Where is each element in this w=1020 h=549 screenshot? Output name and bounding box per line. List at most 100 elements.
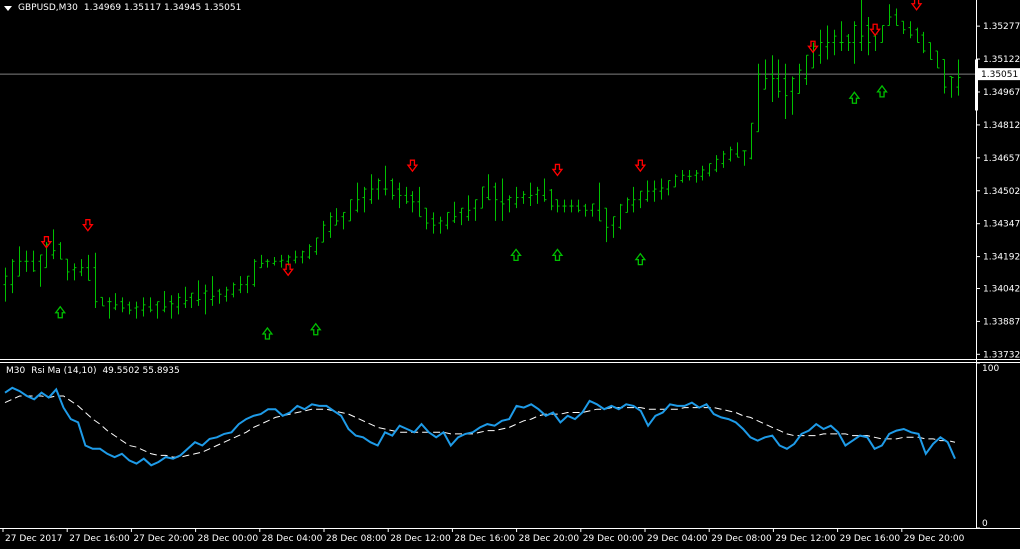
price-bar [908, 21, 913, 39]
price-bar [155, 301, 160, 319]
chart-canvas[interactable]: 1.35277 1.35122 1.35051 1.34967 1.34812 1.346… [0, 0, 1020, 549]
rsi-tick-label: 100 [982, 364, 999, 374]
price-bar [17, 246, 22, 277]
price-bar [590, 203, 595, 217]
time-axis: 27 Dec 2017 27 Dec 16:00 27 Dec 20:00 28 De… [2, 528, 965, 544]
hollow-up-arrow-icon [876, 84, 888, 98]
price-bar [535, 186, 540, 204]
price-bar [473, 199, 478, 221]
price-bar [480, 186, 485, 209]
price-tick-label: 1.33887 [983, 317, 1020, 327]
price-bar [210, 276, 215, 306]
price-bar [597, 182, 602, 222]
price-bar [424, 207, 429, 230]
time-tick-label: 28 Dec 12:00 [390, 534, 451, 544]
price-bar [625, 197, 630, 213]
time-tick-label: 28 Dec 20:00 [519, 534, 580, 544]
price-bar [307, 244, 312, 260]
price-bar [604, 207, 609, 243]
price-bar [196, 280, 201, 306]
price-bar [507, 195, 512, 213]
price-bar [942, 58, 947, 94]
hollow-down-arrow-icon [406, 159, 419, 173]
hollow-down-arrow-icon [282, 263, 294, 277]
price-bar [224, 286, 229, 302]
price-bar [915, 27, 920, 43]
price-bar [376, 178, 381, 200]
price-bar [459, 207, 464, 226]
price-bar [183, 286, 188, 309]
price-bar [189, 292, 194, 309]
price-bar [618, 203, 623, 230]
price-bar [935, 50, 940, 69]
hollow-down-arrow-icon [82, 219, 94, 232]
price-bar [700, 165, 705, 181]
price-bar [583, 203, 588, 217]
time-tick-label: 29 Dec 20:00 [904, 534, 965, 544]
price-bar [818, 29, 823, 64]
price-tick-label: 1.34502 [983, 187, 1020, 197]
price-bar [31, 250, 36, 272]
price-bar [776, 59, 781, 98]
price-bar [217, 288, 222, 304]
time-tick-label: 29 Dec 12:00 [775, 534, 836, 544]
price-bar [127, 301, 132, 315]
current-price-label: 1.35051 [981, 70, 1018, 80]
price-tick-label: 1.34967 [983, 88, 1020, 98]
price-bar [825, 25, 830, 60]
price-bar [887, 4, 892, 26]
price-bar [51, 229, 56, 260]
hollow-down-arrow-icon [551, 163, 564, 177]
hollow-up-arrow-icon [848, 91, 861, 104]
price-bar [486, 174, 491, 201]
price-bar [901, 20, 906, 34]
price-bar [866, 16, 871, 56]
price-bar [314, 237, 319, 255]
price-bar [79, 259, 84, 277]
price-bar [749, 122, 754, 160]
price-bar [928, 41, 933, 60]
price-bar [728, 146, 733, 162]
price-bar [238, 276, 243, 294]
hollow-up-arrow-icon [261, 326, 274, 340]
time-tick-label: 29 Dec 08:00 [711, 534, 772, 544]
price-bar [694, 169, 699, 183]
time-tick-label: 29 Dec 04:00 [647, 534, 708, 544]
price-bar [797, 63, 802, 94]
price-bar [24, 250, 29, 272]
price-bar [231, 282, 236, 298]
price-bar [334, 208, 339, 226]
price-bar [521, 191, 526, 204]
rsi-pane[interactable] [4, 386, 956, 467]
price-bar [3, 267, 8, 302]
price-tick-label: 1.33732 [983, 350, 1020, 360]
price-bar [162, 291, 167, 313]
time-tick-label: 29 Dec 00:00 [583, 534, 644, 544]
price-bar [404, 186, 409, 204]
price-bar [659, 178, 664, 200]
price-bar [10, 259, 15, 294]
chart-frame [0, 0, 1020, 529]
time-tick-label: 28 Dec 00:00 [198, 534, 259, 544]
price-bar [410, 191, 415, 213]
price-bar [652, 180, 657, 202]
price-bar [569, 199, 574, 213]
price-bar [417, 186, 422, 218]
price-bar [445, 211, 450, 230]
price-bar [921, 31, 926, 54]
time-tick-label: 27 Dec 20:00 [133, 534, 194, 544]
price-pane[interactable] [0, 0, 976, 340]
price-bar [673, 174, 678, 188]
price-bar [839, 21, 844, 51]
price-bar [500, 178, 505, 221]
hollow-up-arrow-icon [510, 248, 522, 262]
price-bar [107, 297, 112, 319]
time-tick-label: 28 Dec 16:00 [454, 534, 515, 544]
hollow-up-arrow-icon [54, 305, 67, 319]
rsi-tick-label: 0 [982, 519, 988, 529]
price-bar [38, 254, 43, 287]
price-bar [120, 297, 125, 313]
hollow-up-arrow-icon [634, 252, 647, 266]
price-bar [397, 182, 402, 209]
price-bar [687, 169, 692, 181]
